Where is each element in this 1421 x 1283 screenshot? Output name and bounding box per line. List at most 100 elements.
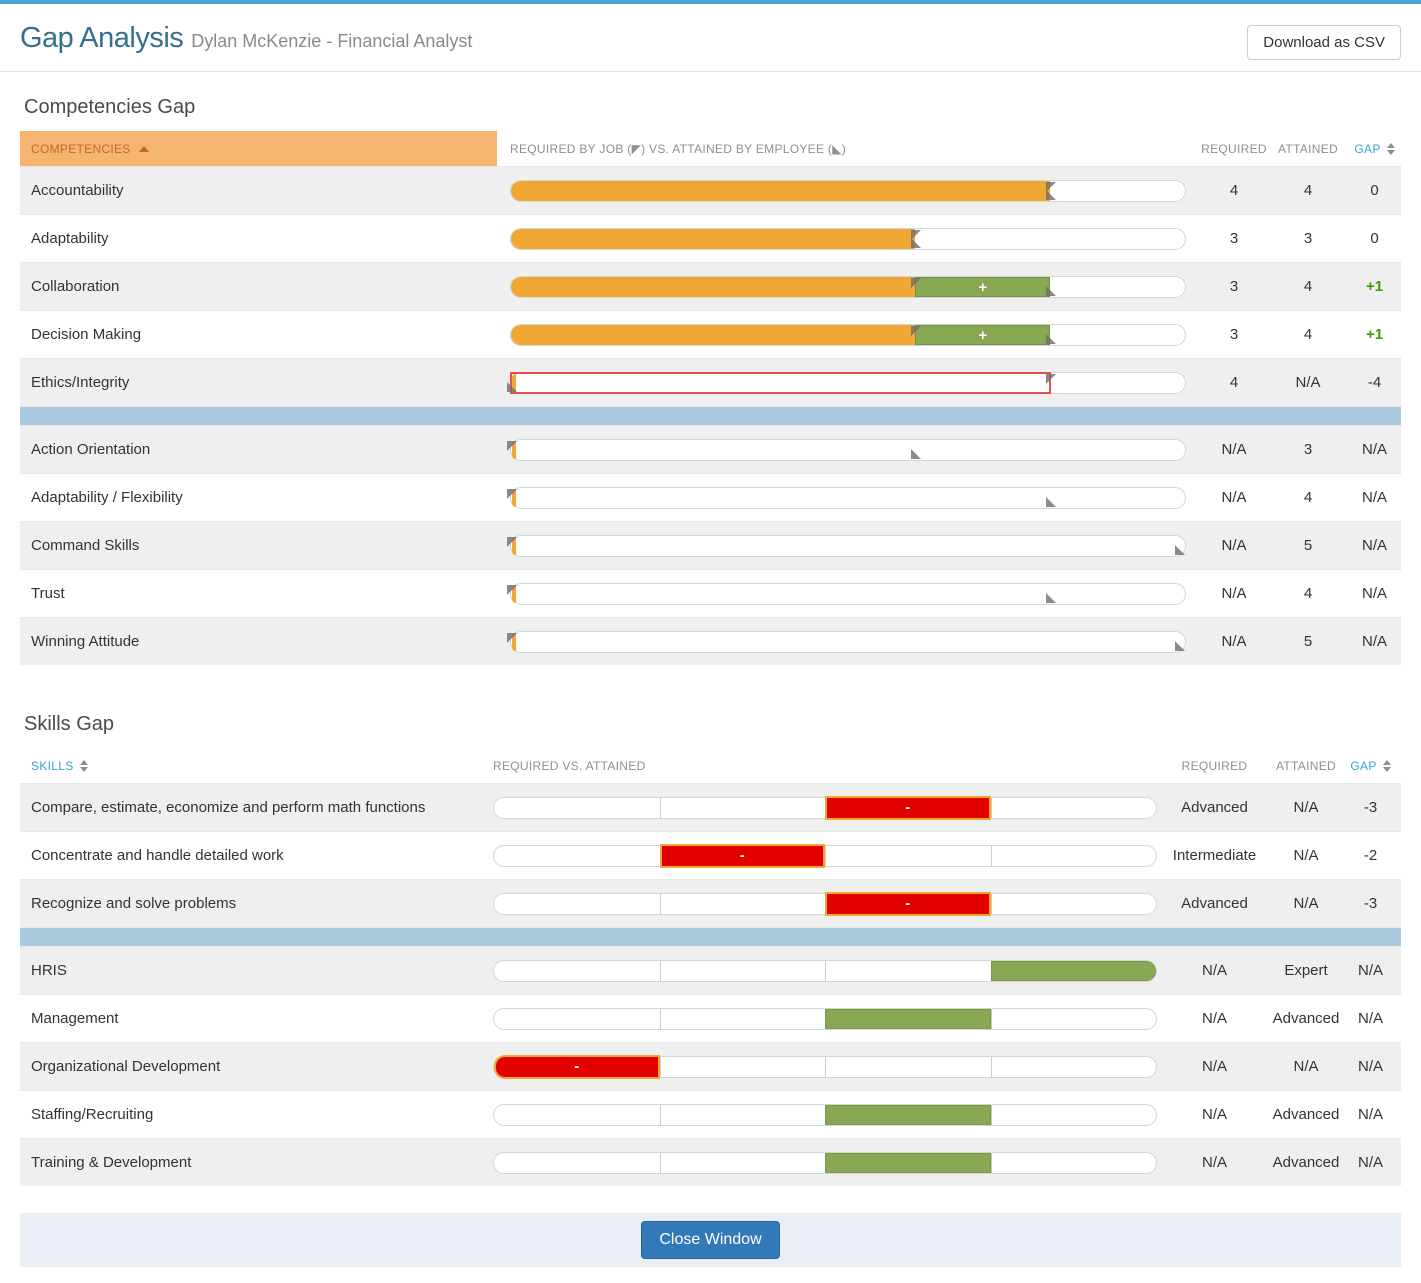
skill-bar-cell: - <box>493 1056 1157 1078</box>
attained-marker-icon <box>1046 190 1056 200</box>
required-value: N/A <box>1157 1058 1272 1075</box>
required-value: Advanced <box>1157 799 1272 816</box>
skill-level-divider <box>660 961 661 981</box>
surplus-bar: + <box>915 325 1050 345</box>
gap-value: N/A <box>1348 489 1401 506</box>
attained-marker-icon <box>1046 497 1056 507</box>
skill-name: Concentrate and handle detailed work <box>20 847 493 864</box>
required-value: N/A <box>1200 585 1268 602</box>
close-window-button[interactable]: Close Window <box>641 1221 779 1259</box>
skill-bar-cell <box>493 1104 1157 1126</box>
skill-row: Training & DevelopmentN/AAdvancedN/A <box>20 1138 1401 1186</box>
attained-value: N/A <box>1268 374 1348 391</box>
skill-bar-cell <box>493 1008 1157 1030</box>
section-divider-row <box>20 406 1401 425</box>
surplus-block <box>825 1153 991 1173</box>
competency-name: Trust <box>20 585 497 602</box>
bar-legend-header: REQUIRED BY JOB (◤) VS. ATTAINED BY EMPL… <box>497 142 1200 156</box>
skill-bar-track: - <box>493 893 1157 915</box>
attained-value: Advanced <box>1272 1106 1340 1123</box>
sort-icon <box>1387 143 1395 155</box>
bar-track <box>510 228 1186 250</box>
competency-bar-cell <box>497 372 1200 394</box>
required-value: N/A <box>1200 537 1268 554</box>
skills-column-header[interactable]: SKILLS <box>20 748 493 783</box>
skill-name: Compare, estimate, economize and perform… <box>20 799 493 816</box>
page-subtitle: Dylan McKenzie - Financial Analyst <box>191 31 472 51</box>
skill-level-divider <box>825 1057 826 1077</box>
attained-value: Advanced <box>1272 1154 1340 1171</box>
skills-table-body: Compare, estimate, economize and perform… <box>20 783 1401 1186</box>
skill-level-divider <box>660 1057 661 1077</box>
attained-marker-icon <box>911 449 921 459</box>
attained-value: N/A <box>1272 1058 1340 1075</box>
skill-name: Management <box>20 1010 493 1027</box>
deficit-block: - <box>660 844 826 868</box>
skills-table: SKILLS REQUIRED VS. ATTAINED REQUIRED AT… <box>20 748 1401 1186</box>
competency-name: Command Skills <box>20 537 497 554</box>
required-marker-icon <box>911 278 921 288</box>
competency-row: Accountability440 <box>20 166 1401 214</box>
attained-value: 3 <box>1268 441 1348 458</box>
competencies-table: COMPETENCIES REQUIRED BY JOB (◤) VS. ATT… <box>20 131 1401 665</box>
skill-level-divider <box>825 961 826 981</box>
skill-bar-track <box>493 1008 1157 1030</box>
surplus-block <box>825 1105 991 1125</box>
competency-bar-cell <box>497 583 1200 605</box>
attained-value: Expert <box>1272 962 1340 979</box>
skill-level-divider <box>991 1009 992 1029</box>
competency-bar-cell <box>497 487 1200 509</box>
gap-value: 0 <box>1348 230 1401 247</box>
required-column-header: REQUIRED <box>1157 759 1272 773</box>
competency-row: TrustN/A4N/A <box>20 569 1401 617</box>
required-marker-icon <box>507 537 517 547</box>
attained-marker-icon <box>1175 545 1185 555</box>
required-marker-icon <box>1046 374 1056 384</box>
skill-level-divider <box>991 1105 992 1125</box>
competency-row: Adaptability / FlexibilityN/A4N/A <box>20 473 1401 521</box>
attained-value: 5 <box>1268 537 1348 554</box>
section-divider-row <box>20 927 1401 946</box>
attained-value: 5 <box>1268 633 1348 650</box>
skill-bar-cell <box>493 1152 1157 1174</box>
required-value: Intermediate <box>1157 847 1272 864</box>
competency-row: Adaptability330 <box>20 214 1401 262</box>
skills-bar-legend-header: REQUIRED VS. ATTAINED <box>493 759 1157 773</box>
required-value: 4 <box>1200 182 1268 199</box>
skill-bar-track: - <box>493 797 1157 819</box>
deficit-block: - <box>825 796 991 820</box>
attained-value: Advanced <box>1272 1010 1340 1027</box>
skill-level-divider <box>660 798 661 818</box>
surplus-block <box>825 1009 991 1029</box>
deficit-block: - <box>494 1055 660 1079</box>
gap-value: N/A <box>1340 1010 1401 1027</box>
skill-name: Training & Development <box>20 1154 493 1171</box>
skills-heading: Skills Gap <box>24 713 1397 736</box>
attained-marker-icon <box>1046 593 1056 603</box>
skill-bar-cell <box>493 960 1157 982</box>
competency-row: Action OrientationN/A3N/A <box>20 425 1401 473</box>
gap-column-label: GAP <box>1350 759 1376 773</box>
skill-name: Organizational Development <box>20 1058 493 1075</box>
surplus-bar: + <box>915 277 1050 297</box>
skill-level-divider <box>660 1153 661 1173</box>
competency-bar-cell <box>497 228 1200 250</box>
skill-name: Staffing/Recruiting <box>20 1106 493 1123</box>
skill-bar-cell: - <box>493 893 1157 915</box>
gap-value: N/A <box>1348 441 1401 458</box>
competencies-column-header[interactable]: COMPETENCIES <box>20 131 497 166</box>
skill-bar-cell: - <box>493 797 1157 819</box>
download-csv-button[interactable]: Download as CSV <box>1247 25 1401 60</box>
gap-column-header[interactable]: GAP <box>1348 142 1401 156</box>
surplus-block <box>991 961 1157 981</box>
gap-column-header[interactable]: GAP <box>1340 759 1401 773</box>
attained-value: 3 <box>1268 230 1348 247</box>
skills-table-header: SKILLS REQUIRED VS. ATTAINED REQUIRED AT… <box>20 748 1401 783</box>
main-content: Competencies Gap COMPETENCIES REQUIRED B… <box>20 96 1401 1186</box>
skill-level-divider <box>991 798 992 818</box>
attained-value: N/A <box>1272 847 1340 864</box>
competency-row: Command SkillsN/A5N/A <box>20 521 1401 569</box>
sort-icon <box>80 760 88 772</box>
competencies-heading: Competencies Gap <box>24 96 1397 119</box>
required-fill-bar <box>511 325 915 345</box>
